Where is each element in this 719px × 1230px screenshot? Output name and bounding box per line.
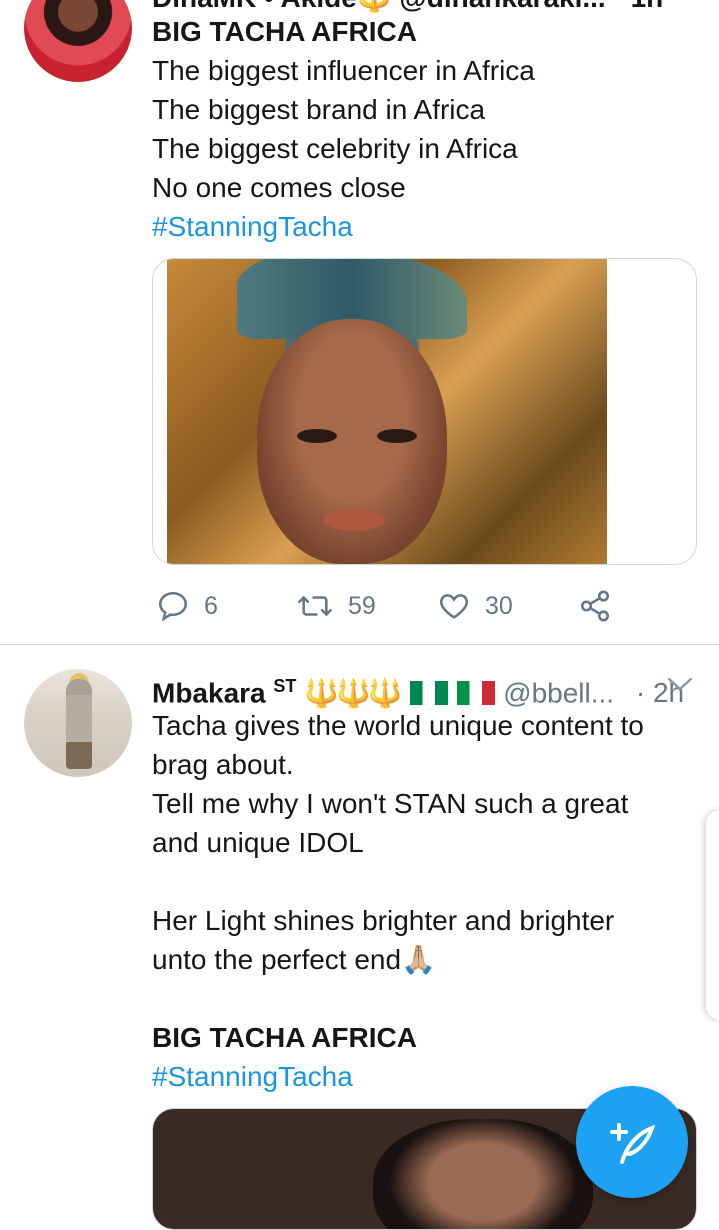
tweet-text-line: brag about. [152,749,294,780]
tweet-text-line: Tell me why I won't STAN such a great [152,788,629,819]
italy-flag-icon [457,681,496,706]
avatar[interactable] [24,669,132,777]
display-name[interactable]: Mbakara [152,677,266,708]
tweet-text-line: BIG TACHA AFRICA [152,1022,417,1053]
trident-emojis: 🔱🔱🔱 [304,677,403,709]
compose-icon [610,1123,656,1164]
chevron-down-icon[interactable] [666,674,694,694]
user-handle[interactable]: @bbell... [503,677,614,708]
tweet-2[interactable]: Mbakara ST 🔱🔱🔱 @bbell... · 2h Tacha give… [0,0,719,1230]
tweet-text-line: and unique IDOL [152,827,364,858]
nigeria-flag-icon [409,681,448,706]
tweet-text-line: unto the perfect end🙏🏼 [152,944,436,975]
side-panel-edge[interactable] [706,810,719,1020]
tweet-text-line: Tacha gives the world unique content to [152,710,644,741]
hashtag-link[interactable]: #StanningTacha [152,1057,353,1096]
tweet-text-line: Her Light shines brighter and brighter [152,905,615,936]
name-superscript: ST [273,676,297,696]
compose-tweet-button[interactable] [576,1086,688,1198]
